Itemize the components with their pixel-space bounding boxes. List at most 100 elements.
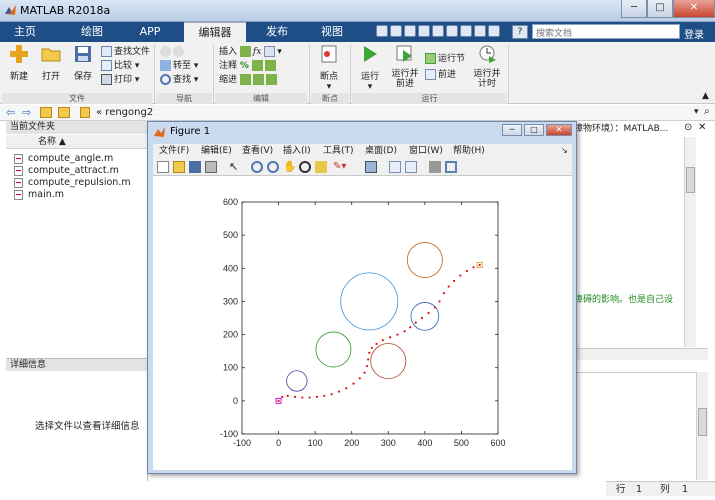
copy-icon[interactable]	[404, 25, 416, 37]
scrollbar-thumb[interactable]	[698, 408, 707, 436]
save-figure-icon[interactable]	[189, 161, 201, 173]
command-window-scrollbar[interactable]	[696, 372, 708, 480]
goto-button[interactable]: 转至 ▾	[160, 59, 198, 73]
show-plot-tools-icon[interactable]	[445, 161, 457, 173]
find-button[interactable]: 查找 ▾	[160, 73, 198, 87]
tab-plots[interactable]: 绘图	[66, 22, 118, 42]
save-icon[interactable]	[376, 25, 388, 37]
figure-maximize-button[interactable]: □	[524, 124, 544, 136]
pan-hand-icon[interactable]: ✋	[283, 161, 297, 173]
list-item[interactable]: compute_repulsion.m	[14, 177, 131, 189]
menu-dock-icon[interactable]: ↘	[561, 144, 568, 158]
list-item[interactable]: compute_attract.m	[14, 165, 119, 177]
rotate-3d-icon[interactable]	[299, 161, 311, 173]
insert-legend-icon[interactable]	[405, 161, 417, 173]
dropdown-icon[interactable]	[488, 25, 500, 37]
save-label: 保存	[73, 72, 92, 82]
editor-scrollbar[interactable]	[684, 137, 696, 347]
path-point	[433, 306, 437, 309]
menu-file[interactable]: 文件(F)	[159, 144, 189, 158]
editor-hscrollbar[interactable]	[574, 348, 708, 360]
figure-close-button[interactable]: ✕	[546, 124, 572, 136]
run-section-icon	[425, 53, 436, 64]
find-files-button[interactable]: 查找文件	[101, 45, 150, 59]
redo-icon[interactable]	[446, 25, 458, 37]
new-plus-icon	[10, 45, 28, 63]
path-point	[453, 279, 456, 282]
percent-icon[interactable]: %	[240, 61, 249, 71]
menu-view[interactable]: 查看(V)	[242, 144, 273, 158]
plot-area[interactable]: -100 0 100 200 300 400 500 600 -100 0 100 200 300 400…	[153, 176, 572, 470]
insert-colorbar-icon[interactable]	[389, 161, 401, 173]
hide-plot-tools-icon[interactable]	[429, 161, 441, 173]
data-cursor-icon[interactable]	[315, 161, 327, 173]
scrollbar-thumb[interactable]	[686, 167, 695, 193]
collapse-ribbon-icon[interactable]: ▲	[702, 91, 709, 101]
tab-apps[interactable]: APP	[124, 22, 176, 42]
compare-button[interactable]: 比较 ▾	[101, 59, 150, 73]
list-item[interactable]: main.m	[14, 189, 64, 201]
name-column-header[interactable]: 名称 ▲	[6, 135, 148, 149]
open-button[interactable]: 打开	[36, 44, 66, 82]
comment-button[interactable]: 注释 %	[219, 59, 282, 73]
search-docs-input[interactable]: 搜索文档	[532, 24, 680, 39]
tab-home[interactable]: 主页	[0, 22, 50, 42]
run-button[interactable]: 运行 ▾	[355, 44, 385, 92]
paste-icon[interactable]	[418, 25, 430, 37]
tab-view[interactable]: 视图	[306, 22, 358, 42]
panel-close-icon[interactable]: ✕	[698, 122, 706, 133]
breadcrumb[interactable]: « rengong2	[96, 107, 153, 118]
help-icon[interactable]	[474, 25, 486, 37]
save-button[interactable]: 保存	[68, 44, 98, 82]
edit-plot-icon[interactable]: ↖	[229, 161, 241, 173]
maximize-button[interactable]: □	[647, 0, 673, 18]
brush-icon[interactable]: ✎▾	[333, 161, 346, 173]
figure-window[interactable]: Figure 1 ─ □ ✕ 文件(F) 编辑(E) 查看(V) 插入(I) 工…	[147, 121, 577, 474]
menu-help[interactable]: 帮助(H)	[453, 144, 485, 158]
print-figure-icon[interactable]	[205, 161, 217, 173]
path-point	[478, 263, 481, 267]
back-forward-buttons[interactable]	[160, 45, 198, 59]
run-advance-icon	[396, 45, 412, 62]
run-and-time-button[interactable]: 运行并计时	[471, 44, 503, 89]
tab-editor[interactable]: 编辑器	[184, 22, 246, 42]
browse-folder-icon[interactable]	[58, 107, 70, 118]
m-file-icon	[14, 153, 23, 164]
back-arrow-icon[interactable]: ⇦	[6, 106, 15, 119]
print-button[interactable]: 打印 ▾	[101, 73, 150, 87]
advance-button[interactable]: 前进	[425, 68, 465, 82]
undo-icon[interactable]	[432, 25, 444, 37]
menu-tools[interactable]: 工具(T)	[323, 144, 354, 158]
list-item[interactable]: compute_angle.m	[14, 153, 113, 165]
login-link[interactable]: 登录	[684, 26, 704, 41]
up-folder-icon[interactable]	[40, 107, 52, 118]
indent-button[interactable]: 缩进	[219, 73, 282, 87]
run-section-button[interactable]: 运行节	[425, 52, 465, 66]
menu-window[interactable]: 窗口(W)	[409, 144, 443, 158]
panel-menu-icon[interactable]: ⊙	[684, 122, 692, 133]
menu-insert[interactable]: 插入(I)	[283, 144, 311, 158]
figure-minimize-button[interactable]: ─	[502, 124, 522, 136]
minimize-button[interactable]: ─	[621, 0, 647, 18]
new-figure-icon[interactable]	[157, 161, 169, 173]
help-question-icon[interactable]: ?	[512, 25, 528, 39]
new-button[interactable]: 新建	[4, 44, 34, 82]
link-plot-icon[interactable]	[365, 161, 377, 173]
fx-icon[interactable]: fx	[253, 47, 261, 57]
close-button[interactable]: ✕	[673, 0, 715, 18]
menu-desktop[interactable]: 桌面(D)	[365, 144, 397, 158]
breakpoints-button[interactable]: 断点 ▾	[314, 44, 344, 92]
run-and-advance-button[interactable]: 运行并前进	[389, 44, 421, 89]
cut-icon[interactable]	[390, 25, 402, 37]
menu-edit[interactable]: 编辑(E)	[201, 144, 232, 158]
zoom-out-icon[interactable]	[267, 161, 279, 173]
forward-arrow-icon[interactable]: ⇨	[22, 106, 31, 119]
path-dropdown-icon[interactable]: ▾	[694, 107, 699, 117]
search-path-icon[interactable]: ⌕	[704, 106, 710, 117]
breakpoints-label: 断点	[319, 72, 338, 82]
tab-publish[interactable]: 发布	[252, 22, 302, 42]
open-file-icon[interactable]	[173, 161, 185, 173]
insert-button[interactable]: 插入 fx ▾	[219, 45, 282, 59]
switch-window-icon[interactable]	[460, 25, 472, 37]
zoom-in-icon[interactable]	[251, 161, 263, 173]
